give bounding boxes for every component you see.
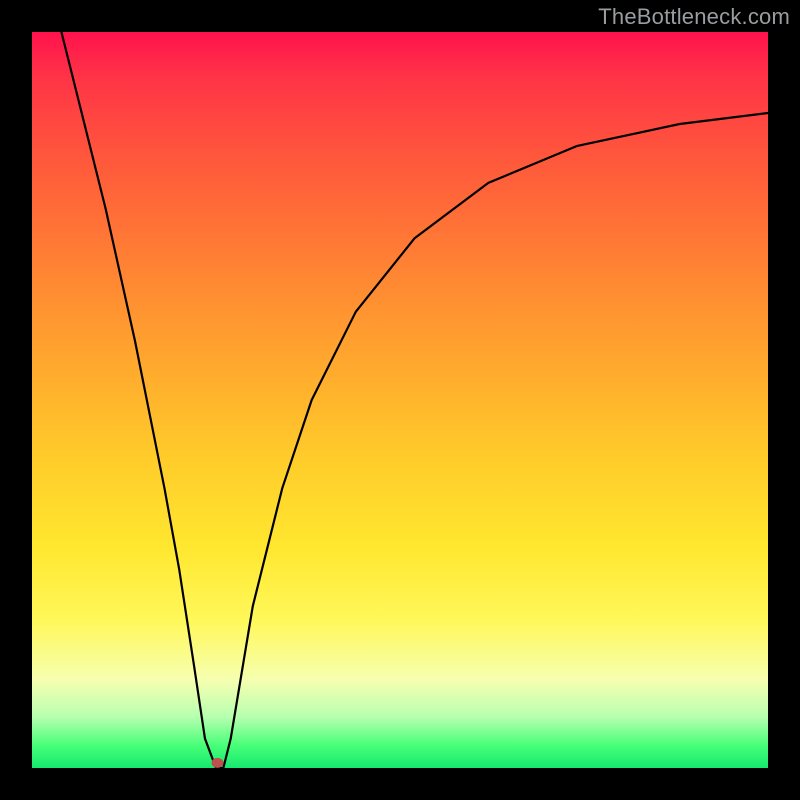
chart-marker <box>211 758 223 768</box>
chart-svg <box>32 32 768 768</box>
watermark-text: TheBottleneck.com <box>598 4 790 30</box>
chart-curve <box>61 32 768 768</box>
chart-frame: TheBottleneck.com <box>0 0 800 800</box>
plot-area <box>32 32 768 768</box>
